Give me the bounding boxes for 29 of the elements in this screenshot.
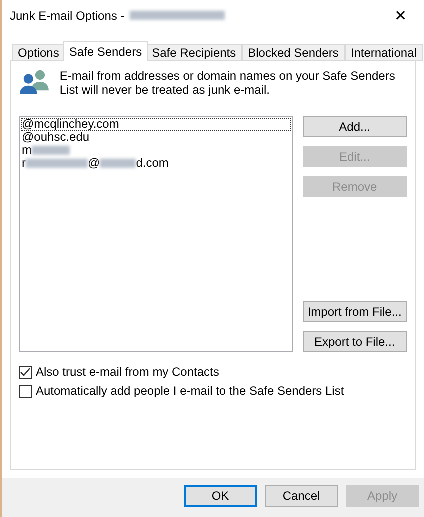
people-icon xyxy=(19,69,50,95)
redacted-text xyxy=(100,159,136,168)
dialog-button[interactable]: Add... xyxy=(302,116,407,137)
redacted-text xyxy=(32,146,70,156)
sender-text: @ xyxy=(88,156,100,170)
checkbox[interactable] xyxy=(19,384,32,398)
tab[interactable]: Blocked Senders xyxy=(242,44,345,61)
description-text: E-mail from addresses or domain names on your Safe Senders List will never be treated as junk e-mail. xyxy=(60,69,396,97)
dialog-button[interactable]: Cancel xyxy=(265,485,338,507)
senders-list[interactable]: @mcqlinchey.com @ouhsc.edu m r @ d.com xyxy=(19,116,293,352)
sender-text: @ouhsc.edu xyxy=(22,130,90,144)
checkbox[interactable] xyxy=(19,366,32,378)
tab[interactable]: Options xyxy=(12,44,66,61)
dialog-button[interactable]: OK xyxy=(184,485,257,507)
tab[interactable]: Safe Recipients xyxy=(146,44,242,61)
check-icon xyxy=(20,366,31,378)
sender-text: m xyxy=(22,143,32,157)
tab[interactable]: Safe Senders xyxy=(63,41,148,61)
checkbox-label: Also trust e-mail from my Contacts xyxy=(36,365,220,379)
dialog-button[interactable]: Import from File... xyxy=(302,301,407,322)
close-button[interactable]: ✕ xyxy=(378,6,424,24)
window-title: Junk E-mail Options - xyxy=(10,8,126,22)
dialog-button[interactable]: Export to File... xyxy=(302,331,407,352)
redacted-text xyxy=(26,159,88,168)
checkbox-label: Automatically add people I e-mail to the Safe Senders List xyxy=(36,384,344,398)
tab[interactable]: International xyxy=(344,44,423,61)
sender-text: @mcqlinchey.com xyxy=(22,117,120,131)
sender-text: r xyxy=(22,156,26,170)
sender-text: d.com xyxy=(136,156,169,170)
